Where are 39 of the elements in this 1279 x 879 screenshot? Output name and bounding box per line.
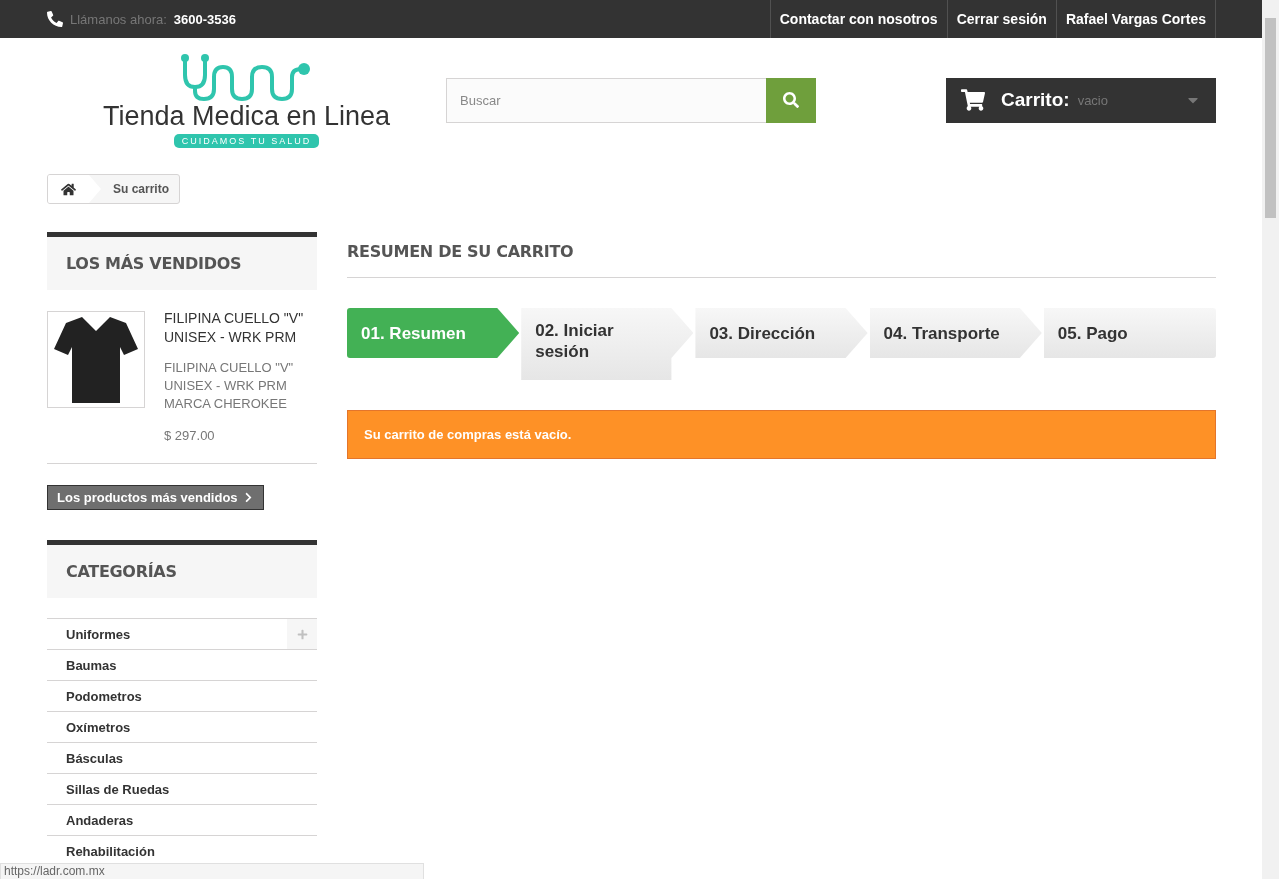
scrollbar[interactable] bbox=[1262, 0, 1279, 879]
cart-icon bbox=[961, 88, 985, 112]
search-field[interactable]: Buscar bbox=[446, 77, 766, 123]
product-name[interactable]: FILIPINA CUELLO "V" UNISEX - WRK PRM bbox=[164, 309, 317, 347]
cart-label: Carrito: bbox=[1001, 89, 1070, 111]
block-title: CATEGORÍAS bbox=[47, 540, 317, 598]
phone-number: 3600-3536 bbox=[173, 11, 236, 27]
logo-tagline: CUIDAMOS TU SALUD bbox=[173, 133, 320, 148]
search-button[interactable] bbox=[766, 77, 816, 123]
category-item[interactable]: Oxímetros bbox=[47, 712, 317, 743]
product-description: FILIPINA CUELLO "V" UNISEX - WRK PRM MARCA CHEROKEE bbox=[164, 359, 295, 413]
home-icon bbox=[61, 181, 76, 197]
empty-cart-alert: Su carrito de compras está vacío. bbox=[347, 410, 1216, 459]
logo-name[interactable]: Tienda Medica en Linea bbox=[102, 100, 391, 132]
category-item[interactable]: Uniformes bbox=[47, 619, 317, 650]
page-heading: RESUMEN DE SU CARRITO bbox=[347, 242, 1216, 278]
category-item[interactable]: Sillas de Ruedas bbox=[47, 774, 317, 805]
checkout-step[interactable]: 05. Pago bbox=[1043, 308, 1216, 358]
plus-icon bbox=[296, 628, 308, 640]
status-url: https://ladr.com.mx bbox=[0, 863, 424, 879]
phone-label: Llámanos ahora: bbox=[70, 11, 167, 27]
checkout-step[interactable]: 03. Dirección bbox=[695, 308, 868, 358]
top-link[interactable]: Cerrar sesión bbox=[946, 0, 1056, 38]
category-item[interactable]: Podometros bbox=[47, 681, 317, 712]
top-link[interactable]: Rafael Vargas Cortes bbox=[1055, 0, 1216, 38]
category-item[interactable]: Básculas bbox=[47, 743, 317, 774]
search-icon bbox=[783, 92, 799, 108]
block-title: LOS MÁS VENDIDOS bbox=[47, 232, 317, 290]
category-item[interactable]: Baumas bbox=[47, 650, 317, 681]
checkout-step[interactable]: 02. Iniciar sesión bbox=[521, 308, 694, 380]
product-price: $ 297.00 bbox=[164, 428, 216, 443]
checkout-step[interactable]: 04. Transporte bbox=[869, 308, 1042, 358]
cart-button[interactable]: Carrito: vacio bbox=[946, 77, 1216, 123]
cart-status: vacio bbox=[1077, 92, 1109, 108]
top-link[interactable]: Contactar con nosotros bbox=[769, 0, 947, 38]
phone-icon bbox=[47, 11, 63, 27]
bestsellers-button[interactable]: Los productos más vendidos bbox=[47, 485, 264, 510]
category-item[interactable]: Andaderas bbox=[47, 805, 317, 836]
breadcrumb-current: Su carrito bbox=[112, 182, 170, 196]
